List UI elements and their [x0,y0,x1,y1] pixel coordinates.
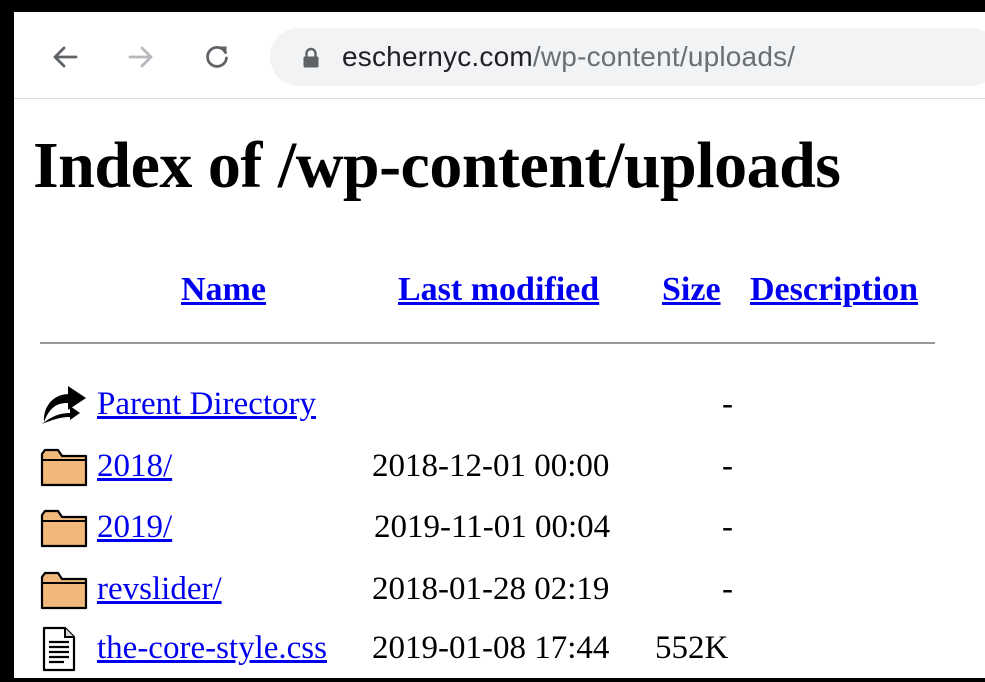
file-size: - [722,386,733,422]
sort-by-last-modified-link[interactable]: Last modified [398,268,599,312]
address-bar[interactable]: eschernyc.com/wp-content/uploads/ [270,28,985,86]
page-title: Index of /wp-content/uploads [33,129,841,202]
file-link[interactable]: the-core-style.css [97,626,327,670]
url-path: /wp-content/uploads/ [532,41,796,72]
back-arrow-icon [53,46,78,68]
last-modified: 2019-11-01 00:04 [374,509,611,545]
last-modified: 2019-01-08 17:44 [372,630,610,666]
forward-arrow-icon [128,46,153,68]
lock-icon [303,47,319,68]
last-modified: 2018-12-01 00:00 [372,448,610,484]
sort-by-size-link[interactable]: Size [662,268,721,312]
parent-directory-icon [42,386,86,424]
table-row: revslider/ 2018-01-28 02:19 - [14,565,985,625]
header-divider [40,342,935,344]
file-size: 552K [655,630,729,666]
url-text[interactable]: eschernyc.com/wp-content/uploads/ [342,40,795,74]
table-row: 2018/ 2018-12-01 00:00 - [14,442,985,502]
reload-button[interactable] [196,36,236,76]
table-row: the-core-style.css 2019-01-08 17:44 552K [14,624,985,678]
file-link[interactable]: revslider/ [97,567,222,611]
text-file-icon [42,626,76,672]
sort-by-description-link[interactable]: Description [750,268,918,312]
folder-icon [40,448,88,487]
browser-toolbar: eschernyc.com/wp-content/uploads/ [14,12,985,99]
browser-window: eschernyc.com/wp-content/uploads/ Index … [14,12,985,678]
folder-icon [40,509,88,548]
file-link[interactable]: Parent Directory [97,382,316,426]
file-size: - [722,571,733,607]
forward-button[interactable] [120,36,160,76]
file-link[interactable]: 2018/ [97,444,172,488]
folder-icon [40,571,88,610]
url-host: eschernyc.com [342,41,533,72]
file-size: - [722,448,733,484]
reload-icon [206,45,228,68]
last-modified: 2018-01-28 02:19 [372,571,610,607]
sort-by-name-link[interactable]: Name [181,268,266,312]
table-row: 2019/ 2019-11-01 00:04 - [14,503,985,563]
file-size: - [722,509,733,545]
back-button[interactable] [44,36,84,76]
table-row: Parent Directory - [14,380,985,440]
file-link[interactable]: 2019/ [97,505,172,549]
